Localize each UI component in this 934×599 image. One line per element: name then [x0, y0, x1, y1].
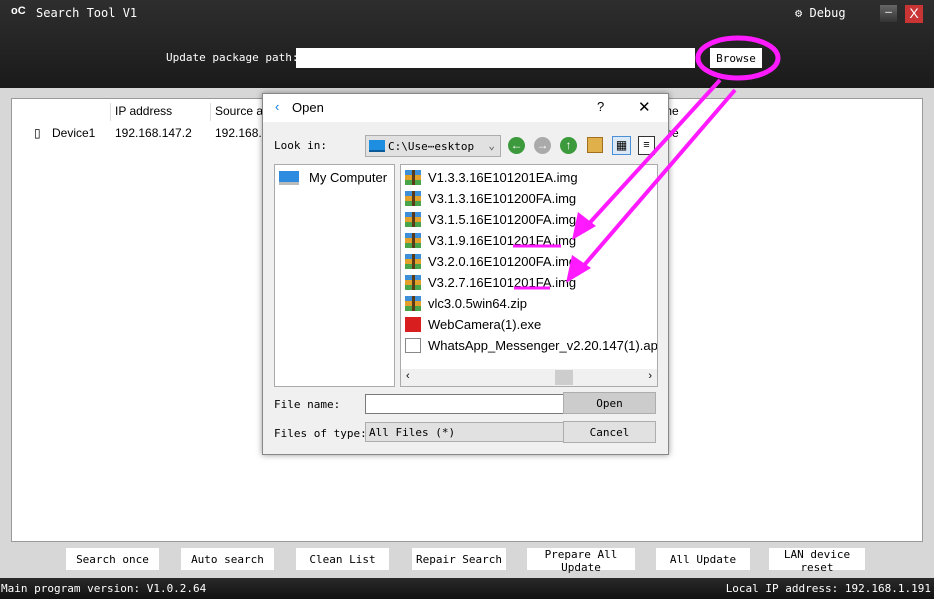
annotation-overlay — [513, 35, 781, 290]
annotation-arrow — [578, 88, 737, 272]
annotation-arrowhead — [572, 212, 596, 240]
annotation-arrow — [583, 78, 722, 230]
annotation-ellipse — [695, 35, 781, 81]
